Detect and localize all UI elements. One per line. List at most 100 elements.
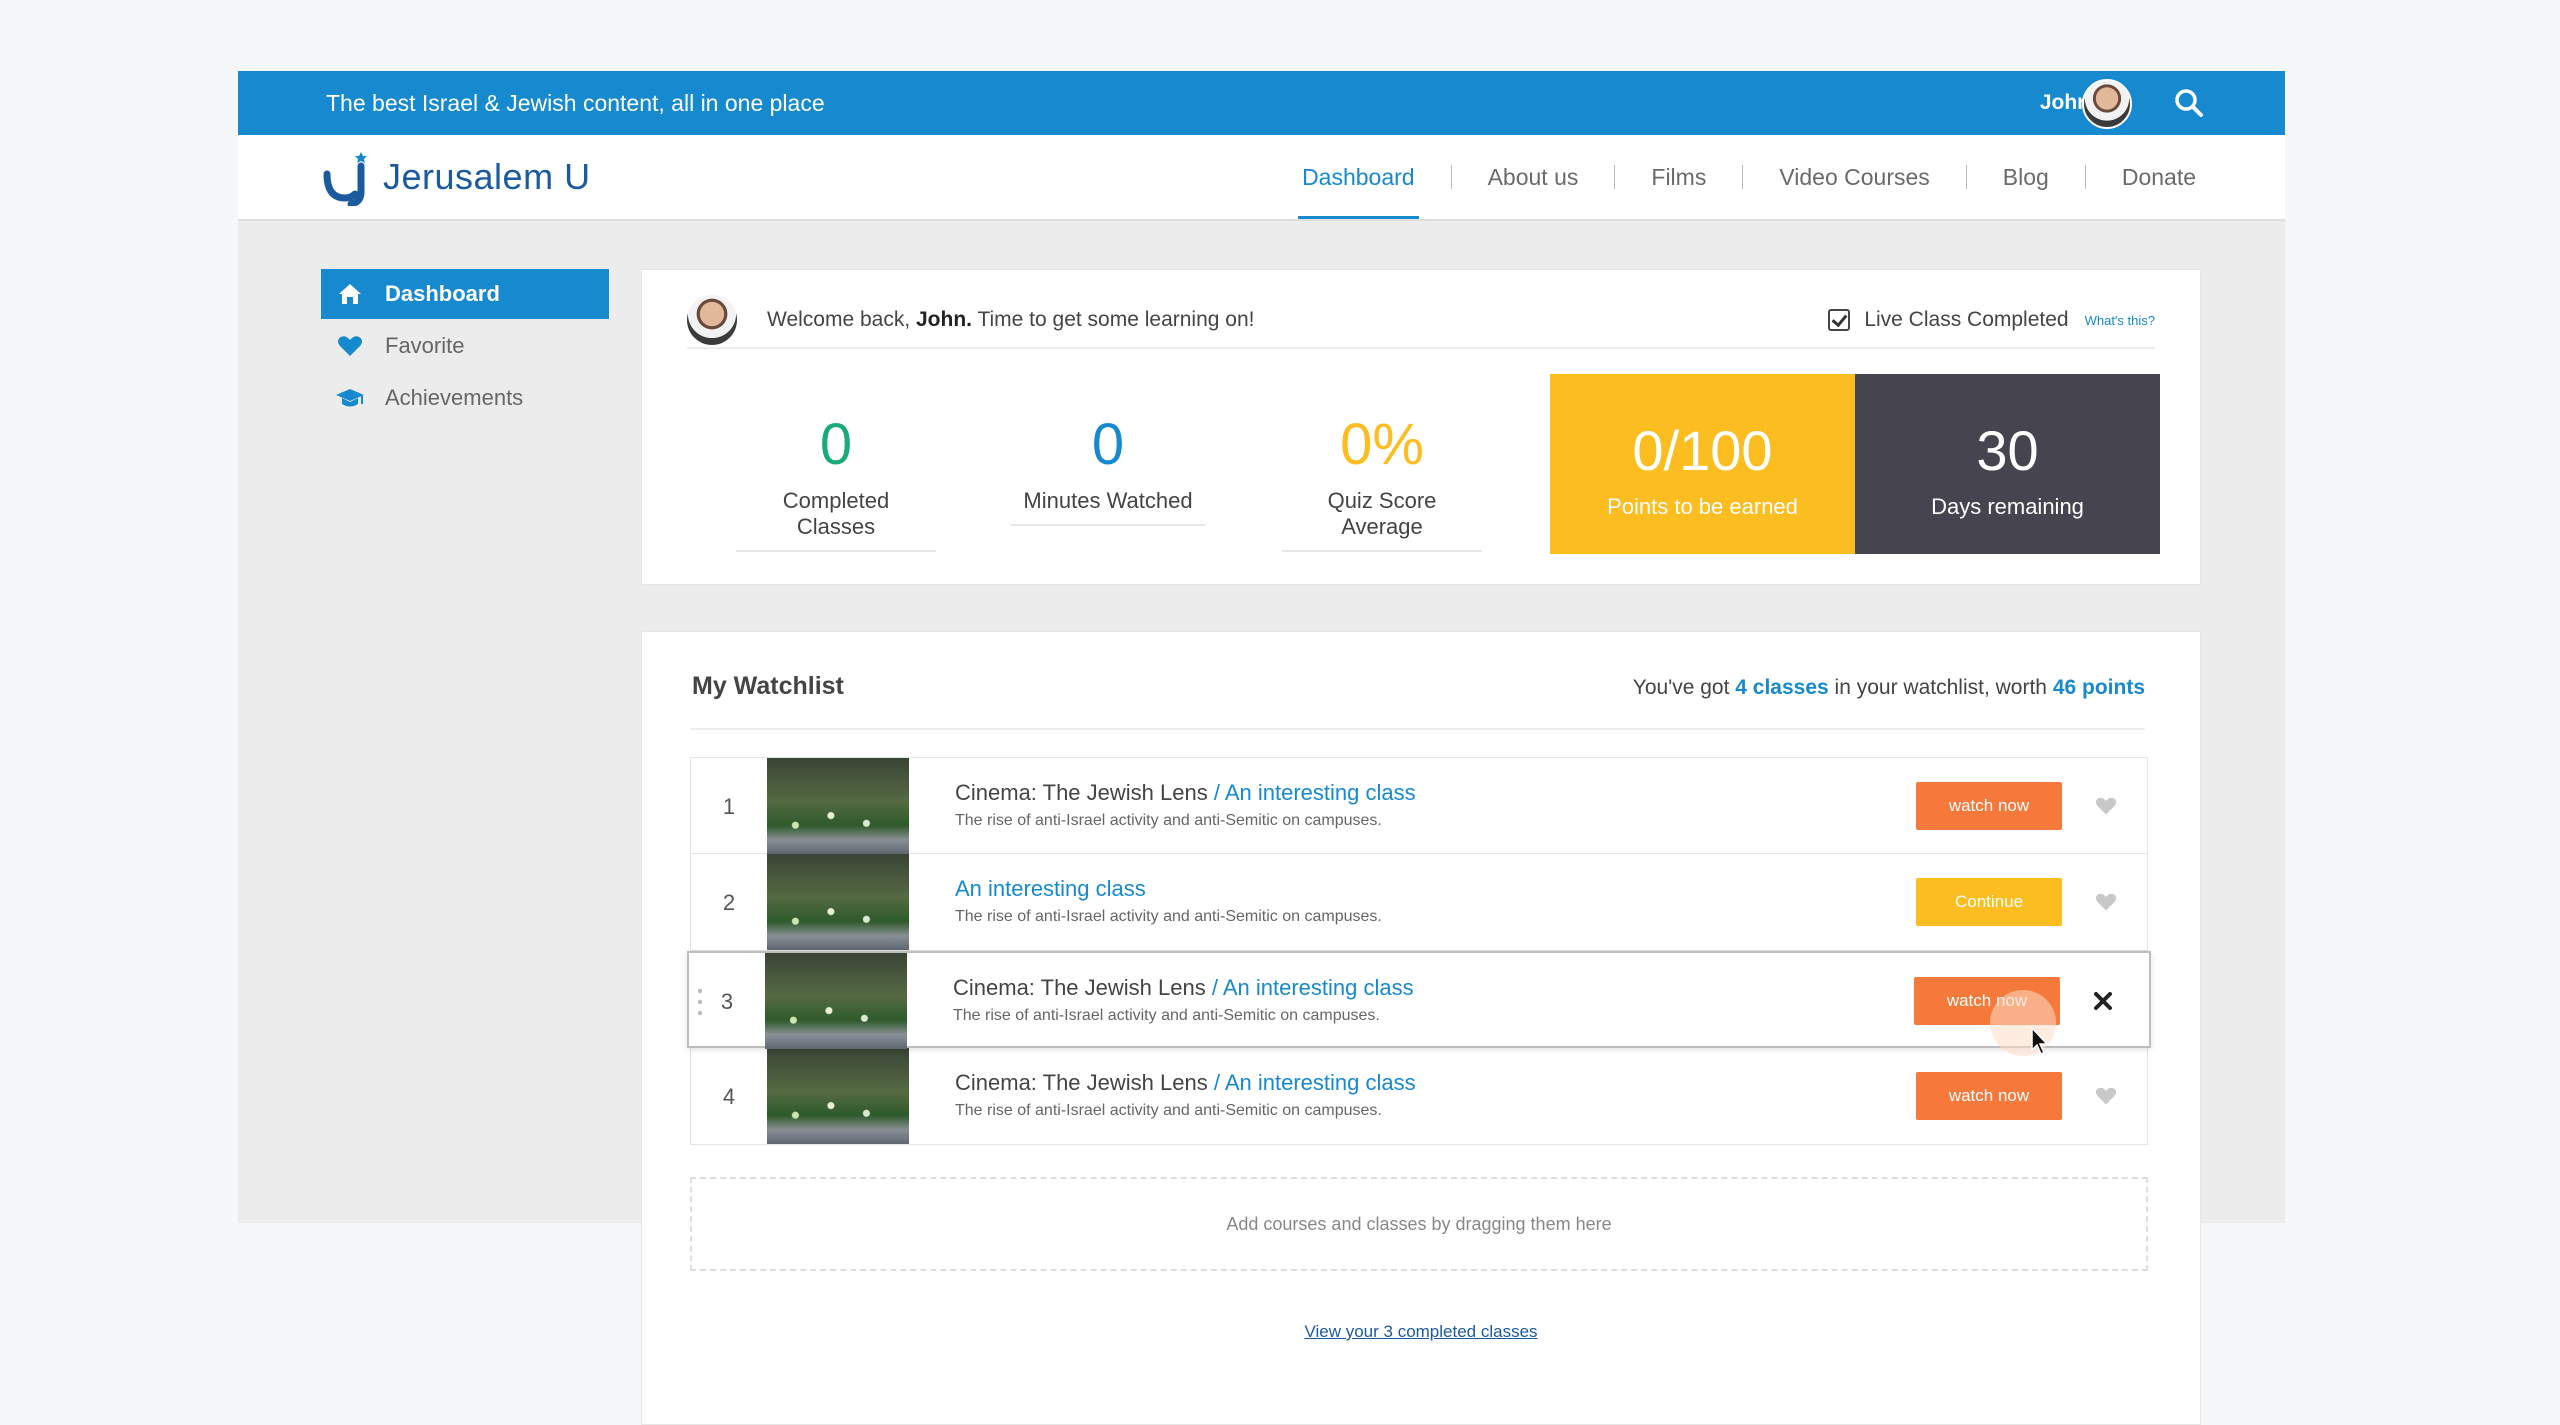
continue-button[interactable]: Continue (1916, 878, 2062, 926)
welcome-suffix: Time to get some learning on! (972, 308, 1255, 331)
sidebar-item-dashboard[interactable]: Dashboard (321, 269, 609, 319)
class-title[interactable]: Cinema: The Jewish Lens / An interesting… (953, 975, 1414, 1001)
class-description: The rise of anti-Israel activity and ant… (953, 1007, 1380, 1024)
live-class-checkbox[interactable] (1828, 309, 1851, 331)
welcome-message: Welcome back, John. Time to get some lea… (767, 308, 1255, 332)
watchlist-row[interactable]: 4 Cinema: The Jewish Lens / An interesti… (690, 1048, 2148, 1145)
points-value: 0/100 (1632, 419, 1773, 482)
search-icon[interactable] (2173, 87, 2205, 119)
avatar (687, 295, 737, 345)
watchlist-rows: 1 Cinema: The Jewish Lens / An interesti… (687, 757, 2151, 1145)
stat-label: Minutes Watched (1011, 488, 1205, 526)
nav-about-us[interactable]: About us (1484, 135, 1583, 219)
main-nav: Jerusalem U Dashboard About us Films Vid… (238, 135, 2285, 221)
row-number: 3 (720, 989, 734, 1014)
class-description: The rise of anti-Israel activity and ant… (955, 1102, 1382, 1119)
live-class-status: Live Class Completed What's this? (1828, 308, 2155, 332)
home-icon (335, 279, 365, 309)
close-icon[interactable] (2091, 989, 2115, 1013)
live-class-label: Live Class Completed (1864, 308, 2069, 331)
nav-blog[interactable]: Blog (1999, 135, 2053, 219)
nav-divider (2084, 165, 2086, 189)
sidebar-item-label: Favorite (385, 333, 465, 358)
sidebar-item-label: Achievements (385, 385, 524, 410)
app-window: The best Israel & Jewish content, all in… (238, 71, 2285, 1425)
divider (690, 728, 2145, 730)
nav-divider (1450, 165, 1452, 189)
class-thumbnail[interactable] (767, 854, 909, 950)
logo[interactable]: Jerusalem U (321, 147, 591, 207)
stat-quiz-score: 0% Quiz Score Average (1282, 410, 1482, 552)
row-number: 4 (722, 1084, 736, 1109)
class-description: The rise of anti-Israel activity and ant… (955, 908, 1382, 925)
watch-now-button[interactable]: watch now (1916, 782, 2062, 830)
nav-divider (1742, 165, 1744, 189)
watchlist-row[interactable]: 3 Cinema: The Jewish Lens / An interesti… (687, 951, 2151, 1049)
nav-links: Dashboard About us Films Video Courses B… (1298, 135, 2200, 219)
days-label: Days remaining (1931, 494, 2084, 519)
completed-classes-link[interactable]: View your 3 completed classes (642, 1322, 2200, 1342)
nav-dashboard[interactable]: Dashboard (1298, 135, 1419, 219)
row-number: 2 (722, 890, 736, 915)
drop-zone[interactable]: Add courses and classes by dragging them… (690, 1177, 2148, 1271)
class-name: / An interesting class (1207, 780, 1416, 805)
class-thumbnail[interactable] (765, 953, 907, 1049)
heart-icon[interactable] (2095, 892, 2117, 912)
logo-mark-icon (323, 152, 367, 206)
class-thumbnail[interactable] (767, 758, 909, 854)
row-text: Cinema: The Jewish Lens / An interesting… (955, 1070, 1416, 1120)
mouse-cursor-icon (2031, 1026, 2049, 1056)
class-title[interactable]: An interesting class (955, 876, 1382, 902)
course-name: Cinema: The Jewish Lens (953, 975, 1206, 1000)
nav-films[interactable]: Films (1647, 135, 1710, 219)
stat-minutes-watched: 0 Minutes Watched (1008, 410, 1208, 526)
class-name: / An interesting class (1207, 1070, 1416, 1095)
sidebar-item-favorite[interactable]: Favorite (321, 321, 609, 371)
class-thumbnail[interactable] (767, 1048, 909, 1144)
summary-middle: in your watchlist, worth (1828, 676, 2053, 699)
class-name: / An interesting class (1205, 975, 1414, 1000)
course-name: Cinema: The Jewish Lens (955, 1070, 1208, 1095)
tagline: The best Israel & Jewish content, all in… (326, 90, 825, 116)
stat-completed-classes: 0 Completed Classes (736, 410, 936, 552)
whats-this-link[interactable]: What's this? (2085, 313, 2155, 328)
nav-donate[interactable]: Donate (2118, 135, 2200, 219)
class-description: The rise of anti-Israel activity and ant… (955, 812, 1382, 829)
stat-value: 0% (1340, 412, 1424, 477)
welcome-row: Welcome back, John. Time to get some lea… (687, 293, 2155, 349)
stat-label: Quiz Score Average (1282, 488, 1482, 552)
row-text: Cinema: The Jewish Lens / An interesting… (955, 780, 1416, 830)
heart-icon[interactable] (2095, 796, 2117, 816)
watch-now-button[interactable]: watch now (1916, 1072, 2062, 1120)
nav-video-courses[interactable]: Video Courses (1775, 135, 1933, 219)
stats-panel: Welcome back, John. Time to get some lea… (641, 269, 2201, 585)
nav-divider (1965, 165, 1967, 189)
points-box: 0/100 Points to be earned (1550, 374, 1855, 554)
heart-icon (335, 331, 365, 361)
watchlist-row[interactable]: 1 Cinema: The Jewish Lens / An interesti… (690, 757, 2148, 854)
watchlist-panel: My Watchlist You've got 4 classes in you… (641, 631, 2201, 1425)
nav-divider (1614, 165, 1616, 189)
welcome-name: John. (916, 308, 972, 331)
watchlist-summary: You've got 4 classes in your watchlist, … (1633, 676, 2145, 700)
class-title[interactable]: Cinema: The Jewish Lens / An interesting… (955, 1070, 1416, 1096)
graduation-cap-icon (335, 383, 365, 413)
sidebar-item-label: Dashboard (385, 281, 500, 306)
summary-classes: 4 classes (1735, 676, 1829, 699)
stat-value: 0 (819, 412, 853, 477)
summary-prefix: You've got (1632, 676, 1736, 699)
watchlist-row[interactable]: 2 An interesting class The rise of anti-… (690, 854, 2148, 951)
class-title[interactable]: Cinema: The Jewish Lens / An interesting… (955, 780, 1416, 806)
row-text: Cinema: The Jewish Lens / An interesting… (953, 975, 1414, 1025)
row-number: 1 (722, 794, 736, 819)
top-bar: The best Israel & Jewish content, all in… (238, 71, 2285, 135)
watchlist-title: My Watchlist (692, 672, 844, 700)
heart-icon[interactable] (2095, 1086, 2117, 1106)
course-name: Cinema: The Jewish Lens (955, 780, 1208, 805)
class-name: An interesting class (955, 876, 1146, 901)
sidebar-item-achievements[interactable]: Achievements (321, 373, 609, 423)
days-value: 30 (1976, 419, 2039, 482)
summary-points: 46 points (2052, 676, 2145, 699)
user-avatar[interactable] (2082, 79, 2132, 129)
sidebar: Dashboard Favorite Achievements (321, 269, 609, 425)
